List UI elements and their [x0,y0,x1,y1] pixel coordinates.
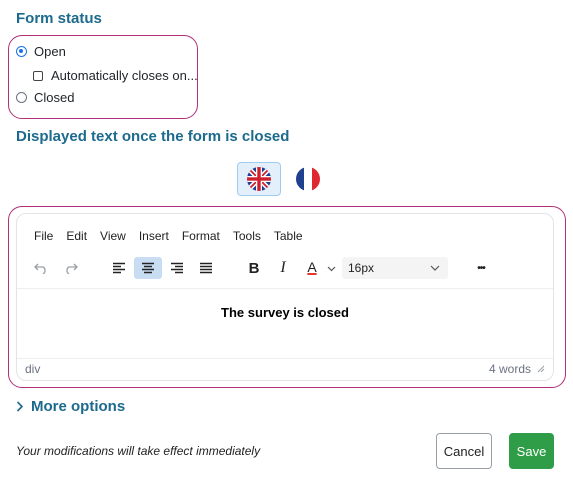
bold-button[interactable]: B [243,257,265,279]
radio-open-indicator[interactable] [16,46,27,57]
language-tab-french[interactable] [286,162,330,196]
menu-file[interactable]: File [34,229,53,243]
uk-flag-icon [247,167,271,191]
menu-format[interactable]: Format [182,229,220,243]
footer-note: Your modifications will take effect imme… [16,444,261,458]
font-size-value: 16px [348,261,375,275]
more-button[interactable]: ••• [469,257,493,279]
auto-close-checkbox-box[interactable] [33,70,43,81]
undo-button[interactable] [31,257,51,279]
editor-content[interactable]: The survey is closed [17,305,553,320]
auto-close-label: Automatically closes on... [51,68,198,83]
menu-view[interactable]: View [100,229,126,243]
text-color-icon: A [307,259,317,275]
text-color-dropdown[interactable] [324,258,338,280]
editor-statusbar: div 4 words [25,362,545,376]
align-right-icon [171,262,183,274]
auto-close-checkbox[interactable]: Automatically closes on... [33,68,198,83]
radio-closed[interactable]: Closed [16,90,74,105]
radio-open[interactable]: Open [16,44,66,59]
menu-tools[interactable]: Tools [233,229,261,243]
radio-open-label: Open [34,44,66,59]
radio-closed-indicator[interactable] [16,92,27,103]
align-center-button[interactable] [134,257,162,279]
menu-edit[interactable]: Edit [66,229,87,243]
statusbar-divider [17,358,553,359]
chevron-right-icon [16,401,24,412]
rich-text-editor: File Edit View Insert Format Tools Table… [16,213,554,381]
form-status-title: Form status [16,10,102,27]
align-justify-button[interactable] [194,257,218,279]
text-color-button[interactable]: A [302,256,322,278]
word-count: 4 words [488,362,531,376]
redo-button[interactable] [61,257,81,279]
editor-menubar: File Edit View Insert Format Tools Table [34,229,316,243]
chevron-down-icon [327,266,335,272]
save-button[interactable]: Save [509,433,554,469]
closed-text-title: Displayed text once the form is closed [16,128,290,145]
align-left-icon [113,262,125,274]
language-tab-english[interactable] [237,162,281,196]
toolbar-divider [17,288,553,289]
radio-closed-label: Closed [34,90,75,105]
resize-handle-icon[interactable] [537,365,545,373]
align-justify-icon [200,262,212,274]
align-center-icon [142,262,154,274]
menu-insert[interactable]: Insert [139,229,169,243]
france-flag-icon [296,167,320,191]
chevron-down-icon [430,265,440,271]
cancel-button[interactable]: Cancel [436,433,492,469]
more-options-toggle[interactable]: More options [16,398,125,415]
italic-button[interactable]: I [273,257,293,279]
menu-table[interactable]: Table [274,229,303,243]
element-path: div [25,362,41,376]
font-size-select[interactable]: 16px [342,257,448,279]
more-options-label: More options [31,398,126,415]
align-left-button[interactable] [107,257,131,279]
redo-icon [66,263,78,274]
align-right-button[interactable] [165,257,189,279]
undo-icon [34,263,46,274]
